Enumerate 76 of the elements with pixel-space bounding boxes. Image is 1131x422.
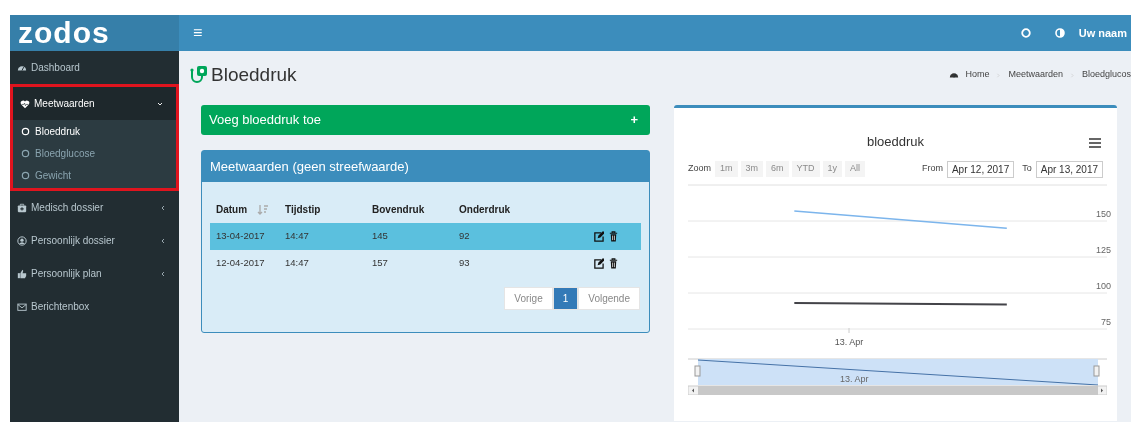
sidebar-item[interactable]: Meetwaarden: [13, 87, 176, 120]
table-cell-text: 12-04-2017: [215, 256, 266, 271]
edit-icon[interactable]: [593, 231, 604, 242]
contrast-icon[interactable]: [1054, 28, 1065, 38]
submenu-label: Bloeddruk: [35, 124, 81, 139]
page-button[interactable]: Vorige: [504, 287, 553, 310]
user-name[interactable]: Uw naam: [1078, 24, 1127, 42]
zoom-label: Zoom: [688, 162, 711, 176]
panel-title: Meetwaarden (geen streefwaarde): [210, 157, 409, 176]
breadcrumb-link[interactable]: Bloedglucos: [1081, 68, 1131, 82]
table-row[interactable]: 13-04-2017 14:47 145 92: [210, 223, 641, 250]
column-header[interactable]: Bovendruk: [372, 202, 425, 217]
table-cell-text: 14:47: [284, 229, 310, 244]
sidebar-item-label: Persoonlijk plan: [31, 267, 103, 281]
sidebar-item-label: Persoonlijk dossier: [31, 234, 116, 248]
table-cell-text: 157: [371, 256, 389, 271]
breadcrumb-link[interactable]: Meetwaarden: [1008, 68, 1063, 82]
y-tick-label: 75: [1101, 317, 1111, 327]
column-header[interactable]: Datum: [216, 202, 248, 217]
edit-icon[interactable]: [593, 258, 604, 269]
x-axis-label: 13. Apr: [834, 337, 864, 347]
submenu-label: Bloedglucose: [35, 146, 96, 161]
from-date-field[interactable]: Apr 12, 2017: [946, 160, 1015, 178]
navigator-drawing[interactable]: [688, 358, 1107, 395]
table-row[interactable]: 12-04-2017 14:47 157 93: [210, 250, 641, 277]
y-tick-label: 150: [1095, 209, 1111, 219]
medical-kit-icon: [17, 202, 27, 213]
sidebar-item-label: Meetwaarden: [34, 97, 96, 111]
sidebar-item[interactable]: Medisch dossier: [10, 191, 179, 224]
chevron-left-icon: [159, 236, 167, 245]
navigator-label: 13. Apr: [840, 373, 869, 386]
submenu-item[interactable]: Bloedglucose: [13, 142, 176, 164]
mail-icon: [17, 301, 27, 312]
chevron-left-icon: [159, 203, 167, 212]
chart-title: bloeddruk: [866, 133, 925, 152]
breadcrumb-link[interactable]: Home: [965, 68, 990, 82]
user-icon: [17, 235, 27, 246]
trash-icon[interactable]: [608, 258, 619, 269]
thumbs-up-icon: [17, 268, 27, 279]
blood-pressure-icon: [189, 65, 209, 85]
sidebar-item[interactable]: Persoonlijk plan: [10, 257, 179, 290]
table-cell-text: 145: [371, 229, 389, 244]
submenu-label: Gewicht: [35, 168, 72, 183]
table-cell-text: 14:47: [284, 256, 310, 271]
heart-icon: [20, 98, 30, 109]
trash-icon[interactable]: [608, 231, 619, 242]
sidebar-item[interactable]: Persoonlijk dossier: [10, 224, 179, 257]
submenu-item[interactable]: Bloeddruk: [13, 120, 176, 142]
chevron-left-icon: [159, 269, 167, 278]
from-label: From: [921, 162, 943, 176]
y-tick-label: 125: [1095, 245, 1111, 255]
sidebar-item[interactable]: Berichtenbox: [10, 290, 179, 323]
table-cell-text: 13-04-2017: [215, 229, 266, 244]
sidebar-item-label: Dashboard: [31, 61, 81, 75]
circle-icon: [21, 126, 30, 136]
table-cell-text: 92: [458, 229, 471, 244]
menu-icon[interactable]: [1089, 138, 1101, 148]
column-header[interactable]: Onderdruk: [459, 202, 511, 217]
page-button[interactable]: Volgende: [578, 287, 640, 310]
logo[interactable]: zodos: [18, 18, 110, 48]
column-header[interactable]: Tijdstip: [285, 202, 321, 217]
to-date-field[interactable]: Apr 13, 2017: [1035, 160, 1103, 178]
add-panel-title: Voeg bloeddruk toe: [209, 111, 323, 130]
sidebar-item-label: Medisch dossier: [31, 201, 105, 215]
circle-icon[interactable]: [1020, 28, 1031, 38]
table-cell-text: 93: [458, 256, 471, 271]
page-button[interactable]: 1: [552, 287, 579, 310]
sidebar-item-label: Berichtenbox: [31, 300, 91, 314]
circle-icon: [21, 148, 30, 158]
submenu-item[interactable]: Gewicht: [13, 164, 176, 186]
circle-icon: [21, 170, 30, 180]
to-label: To: [1022, 162, 1032, 176]
page-title: Bloeddruk: [211, 62, 297, 87]
y-tick-label: 100: [1095, 281, 1111, 291]
menu-icon[interactable]: ≡: [193, 21, 203, 45]
sidebar-item[interactable]: Dashboard: [10, 51, 179, 84]
